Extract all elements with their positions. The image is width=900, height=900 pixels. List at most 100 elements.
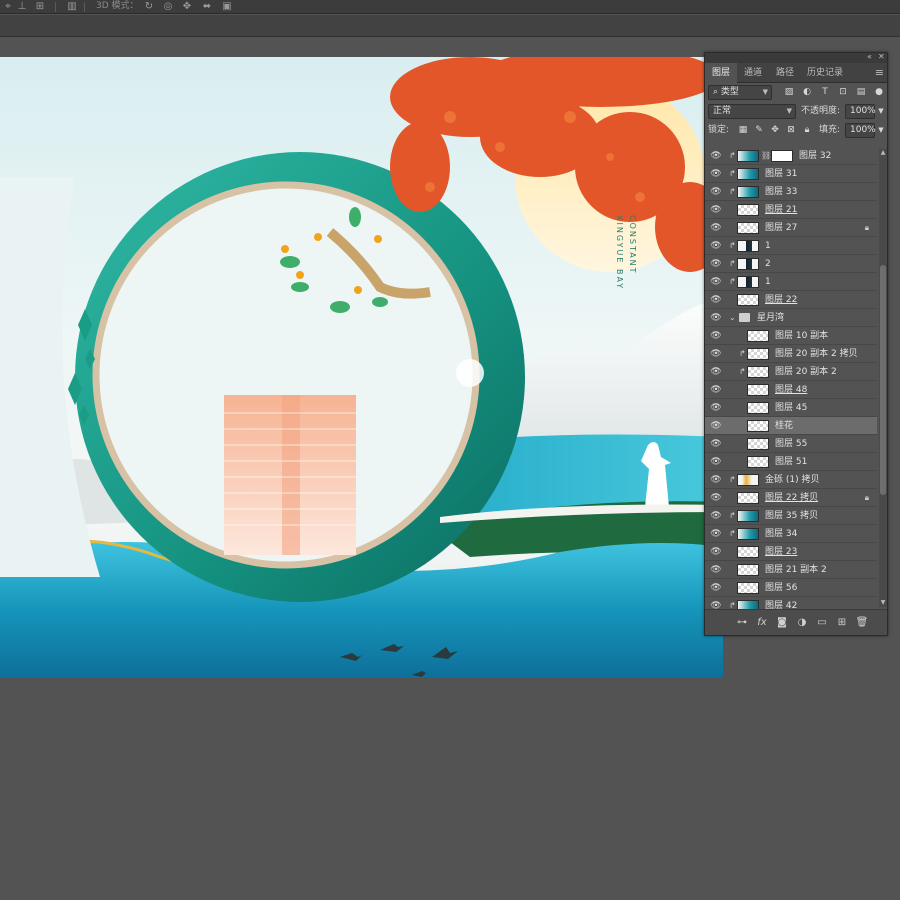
fill-input[interactable]: 100% xyxy=(845,123,876,138)
layer-row[interactable]: 👁︎ ↱ ⛓︎ 图层 32 xyxy=(705,147,877,165)
visibility-eye-icon[interactable]: 👁︎ xyxy=(710,183,722,201)
layer-row[interactable]: 👁︎ 图层 23 xyxy=(705,543,877,561)
layer-thumbnail[interactable] xyxy=(737,510,759,522)
layer-name[interactable]: 图层 32 xyxy=(799,147,831,165)
layer-thumbnail[interactable] xyxy=(737,528,759,540)
visibility-eye-icon[interactable]: 👁︎ xyxy=(710,453,722,471)
document-canvas[interactable]: CONSTANT XINGYUE BAY xyxy=(0,57,723,678)
visibility-eye-icon[interactable]: 👁︎ xyxy=(710,273,722,291)
layer-name[interactable]: 图层 20 副本 2 xyxy=(775,363,837,381)
layer-row[interactable]: 👁︎ ↱ 图层 42 xyxy=(705,597,877,609)
fx-icon[interactable]: fx xyxy=(755,616,769,630)
layer-row[interactable]: 👁︎ 图层 55 xyxy=(705,435,877,453)
blend-mode-select[interactable]: 正常 ▼ xyxy=(708,104,796,119)
layer-thumbnail[interactable] xyxy=(737,150,759,162)
visibility-eye-icon[interactable]: 👁︎ xyxy=(710,471,722,489)
mask-icon[interactable]: ◙ xyxy=(775,616,789,630)
layer-row[interactable]: 👁︎ ↱ 图层 33 xyxy=(705,183,877,201)
layer-name[interactable]: 图层 10 副本 xyxy=(775,327,828,345)
layer-thumbnail[interactable] xyxy=(737,600,759,609)
layer-row[interactable]: 👁︎ ↱ 2 xyxy=(705,255,877,273)
layer-row[interactable]: 👁︎ ↱ 图层 31 xyxy=(705,165,877,183)
layer-row[interactable]: 👁︎ ↱ 1 xyxy=(705,273,877,291)
layer-row[interactable]: 👁︎ ↱ 图层 34 xyxy=(705,525,877,543)
layer-thumbnail[interactable] xyxy=(747,330,769,342)
visibility-eye-icon[interactable]: 👁︎ xyxy=(710,147,722,165)
tab-paths[interactable]: 路径 xyxy=(771,63,799,83)
distribute-icon[interactable]: ⊞ xyxy=(34,1,46,12)
visibility-eye-icon[interactable]: 👁︎ xyxy=(710,399,722,417)
lock-position-icon[interactable]: ✥ xyxy=(769,124,781,136)
layer-thumbnail[interactable] xyxy=(747,366,769,378)
slide-3d-icon[interactable]: ⬌ xyxy=(201,1,213,12)
visibility-eye-icon[interactable]: 👁︎ xyxy=(710,597,722,609)
adjustment-filter-icon[interactable]: ◐ xyxy=(801,86,813,98)
chevron-down-icon[interactable]: ▼ xyxy=(875,124,887,136)
layer-thumbnail[interactable] xyxy=(747,384,769,396)
layer-name[interactable]: 桂花 xyxy=(775,417,793,435)
opacity-input[interactable]: 100% xyxy=(845,104,876,119)
visibility-eye-icon[interactable]: 👁︎ xyxy=(710,201,722,219)
layer-thumbnail[interactable] xyxy=(747,438,769,450)
visibility-eye-icon[interactable]: 👁︎ xyxy=(710,543,722,561)
layer-thumbnail[interactable] xyxy=(747,420,769,432)
layer-row[interactable]: 👁︎ 图层 56 xyxy=(705,579,877,597)
layer-name[interactable]: 图层 31 xyxy=(765,165,797,183)
lock-image-icon[interactable]: ✎ xyxy=(753,124,765,136)
layer-thumbnail[interactable] xyxy=(737,546,759,558)
visibility-eye-icon[interactable]: 👁︎ xyxy=(710,237,722,255)
collapse-icon[interactable]: « xyxy=(867,52,872,61)
layer-thumbnail[interactable] xyxy=(747,456,769,468)
scroll-up-icon[interactable]: ▲ xyxy=(879,149,887,157)
layer-name[interactable]: 图层 22 xyxy=(765,291,797,309)
tab-channels[interactable]: 通道 xyxy=(739,63,767,83)
scroll-down-icon[interactable]: ▼ xyxy=(879,599,887,607)
tab-history[interactable]: 历史记录 xyxy=(803,63,847,83)
visibility-eye-icon[interactable]: 👁︎ xyxy=(710,345,722,363)
layer-name[interactable]: 2 xyxy=(765,255,771,273)
arrange-icon[interactable]: ▥ xyxy=(66,1,78,12)
pan-3d-icon[interactable]: ✥ xyxy=(181,1,193,12)
layer-name[interactable]: 金砾 (1) 拷贝 xyxy=(765,471,819,489)
layer-name[interactable]: 图层 22 拷贝 xyxy=(765,489,818,507)
visibility-eye-icon[interactable]: 👁︎ xyxy=(710,327,722,345)
orbit-3d-icon[interactable]: ↻ xyxy=(143,1,155,12)
mask-link-icon[interactable]: ⛓︎ xyxy=(761,147,771,165)
layer-name[interactable]: 1 xyxy=(765,237,771,255)
panel-menu-icon[interactable]: ≡ xyxy=(875,66,884,79)
layer-thumbnail[interactable] xyxy=(737,492,759,504)
layer-name[interactable]: 图层 45 xyxy=(775,399,807,417)
layer-row[interactable]: 👁︎ ↱ 1 xyxy=(705,237,877,255)
layer-thumbnail[interactable] xyxy=(747,348,769,360)
group-icon[interactable]: ▭ xyxy=(815,616,829,630)
filter-kind-select[interactable]: ⌕ 类型 ▼ xyxy=(708,85,772,100)
layer-name[interactable]: 图层 42 xyxy=(765,597,797,609)
layer-thumbnail[interactable] xyxy=(737,564,759,576)
layer-name[interactable]: 图层 23 xyxy=(765,543,797,561)
layer-row[interactable]: 👁︎ ↱ 金砾 (1) 拷贝 xyxy=(705,471,877,489)
layer-name[interactable]: 图层 48 xyxy=(775,381,807,399)
layer-name[interactable]: 图层 21 副本 2 xyxy=(765,561,827,579)
lock-all-icon[interactable]: 🔒︎ xyxy=(801,124,813,136)
scroll-thumb[interactable] xyxy=(880,265,886,495)
visibility-eye-icon[interactable]: 👁︎ xyxy=(710,363,722,381)
visibility-eye-icon[interactable]: 👁︎ xyxy=(710,489,722,507)
layer-mask-thumbnail[interactable] xyxy=(771,150,793,162)
layer-row[interactable]: 👁︎ 图层 21 xyxy=(705,201,877,219)
layer-name[interactable]: 图层 33 xyxy=(765,183,797,201)
visibility-eye-icon[interactable]: 👁︎ xyxy=(710,435,722,453)
shape-filter-icon[interactable]: ⊡ xyxy=(837,86,849,98)
layer-name[interactable]: 图层 55 xyxy=(775,435,807,453)
layer-name[interactable]: 图层 21 xyxy=(765,201,797,219)
layer-row[interactable]: 👁︎ 图层 27 🔒︎ xyxy=(705,219,877,237)
scale-3d-icon[interactable]: ▣ xyxy=(221,1,233,12)
layer-name[interactable]: 图层 35 拷贝 xyxy=(765,507,818,525)
visibility-eye-icon[interactable]: 👁︎ xyxy=(710,525,722,543)
layer-name[interactable]: 图层 34 xyxy=(765,525,797,543)
layer-thumbnail[interactable] xyxy=(737,582,759,594)
layer-row[interactable]: 👁︎ 图层 21 副本 2 xyxy=(705,561,877,579)
layer-row[interactable]: 👁︎ ↱ 图层 35 拷贝 xyxy=(705,507,877,525)
layer-row[interactable]: 👁︎ 图层 51 xyxy=(705,453,877,471)
new-layer-icon[interactable]: ⊞ xyxy=(835,616,849,630)
visibility-eye-icon[interactable]: 👁︎ xyxy=(710,219,722,237)
